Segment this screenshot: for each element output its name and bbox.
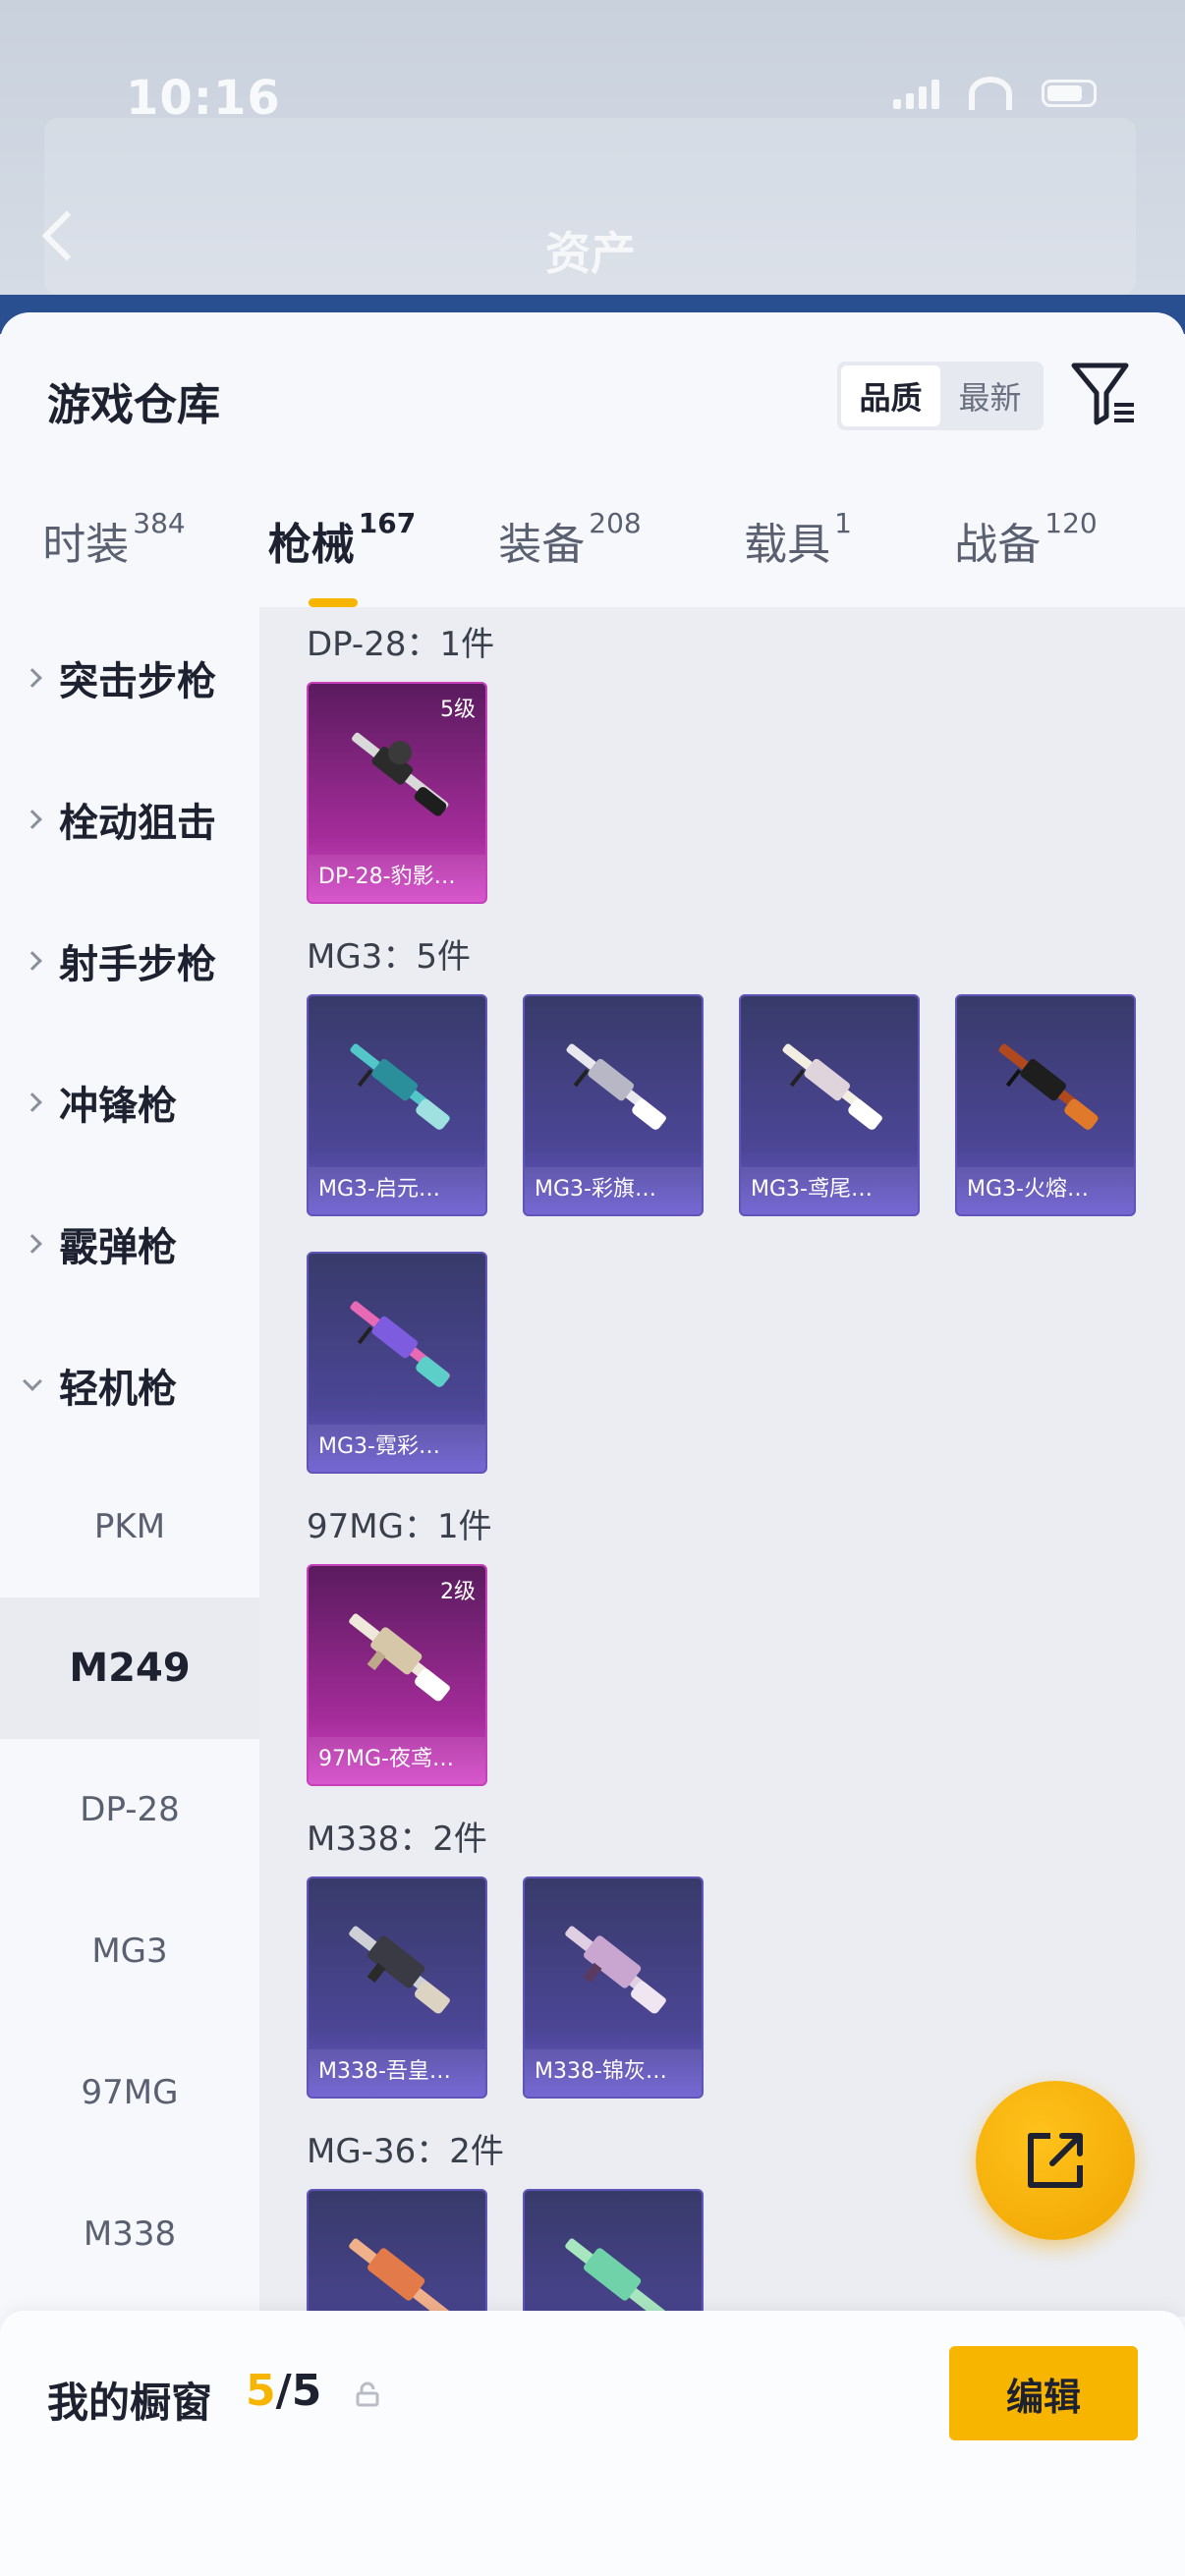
weapon-card[interactable] — [307, 2189, 487, 2317]
item-name: DP-28-豹影… — [309, 855, 485, 902]
weapon-image — [782, 1043, 882, 1130]
subcategory-pkm[interactable]: PKM — [0, 1456, 259, 1597]
subcategory-m249[interactable]: M249 — [0, 1597, 259, 1739]
edit-button[interactable]: 编辑 — [949, 2346, 1138, 2440]
weapon-card[interactable]: M338-吾皇… — [307, 1876, 487, 2099]
weapon-grid: DP-28：1件 5级 DP-28-豹影… MG3：5件 MG3-启元… MG3… — [259, 607, 1185, 2317]
status-time: 10:16 — [126, 71, 281, 126]
weapon-card[interactable]: MG3-启元… — [307, 994, 487, 1216]
sheet-header: 游戏仓库 品质 最新 时装 384 枪械 167 装备 208 载具 1 战备 120 — [0, 312, 1185, 607]
showcase-bar: 我的橱窗 5/5 编辑 — [0, 2311, 1185, 2576]
weapon-card[interactable]: 2级 97MG-夜鸢… — [307, 1564, 487, 1786]
group-title-mg3: MG3：5件 — [307, 937, 471, 977]
category-assault-rifle[interactable]: 突击步枪 — [0, 607, 259, 749]
weapon-card[interactable] — [523, 2189, 704, 2317]
group-title-97mg: 97MG：1件 — [307, 1507, 492, 1546]
item-name: MG3-火熔… — [957, 1167, 1134, 1214]
tab-firearms[interactable]: 枪械 167 — [228, 507, 456, 607]
tab-vehicles[interactable]: 载具 1 — [684, 507, 912, 607]
weapon-card[interactable]: MG3-火熔… — [955, 994, 1136, 1216]
group-title-m338: M338：2件 — [307, 1820, 487, 1859]
tab-equipment[interactable]: 装备 208 — [456, 507, 684, 607]
weapon-card[interactable]: MG3-鸢尾… — [739, 994, 920, 1216]
weapon-image — [565, 2238, 666, 2317]
category-tabs: 时装 384 枪械 167 装备 208 载具 1 战备 120 — [0, 507, 1185, 607]
chevron-right-icon — [23, 1234, 42, 1254]
weapon-image — [349, 1926, 450, 2014]
tab-fashion[interactable]: 时装 384 — [0, 507, 228, 607]
showcase-label: 我的橱窗 — [47, 2379, 213, 2427]
chevron-right-icon — [23, 810, 42, 829]
wifi-icon — [969, 77, 1012, 110]
tab-supplies[interactable]: 战备 120 — [912, 507, 1140, 607]
battery-icon — [1042, 80, 1097, 107]
item-level: 2级 — [440, 1580, 476, 1604]
background-header: 10:16 资产 — [0, 0, 1185, 324]
category-smg[interactable]: 冲锋枪 — [0, 1032, 259, 1173]
lock-icon — [356, 2381, 379, 2407]
item-name: MG3-启元… — [309, 1167, 485, 1214]
background-title: 资产 — [545, 227, 636, 280]
chevron-right-icon — [23, 951, 42, 971]
category-bolt-sniper[interactable]: 栓动狙击 — [0, 749, 259, 890]
sort-quality-option[interactable]: 品质 — [841, 365, 940, 426]
weapon-card[interactable]: M338-锦灰… — [523, 1876, 704, 2099]
item-name: MG3-霓彩… — [309, 1425, 485, 1472]
item-name: M338-锦灰… — [525, 2049, 702, 2097]
weapon-image — [349, 1613, 450, 1702]
signal-icon — [893, 78, 939, 109]
subcategory-97mg[interactable]: 97MG — [0, 2022, 259, 2163]
category-lmg[interactable]: 轻机枪 — [0, 1315, 259, 1456]
category-shotgun[interactable]: 霰弹枪 — [0, 1173, 259, 1315]
weapon-card[interactable]: MG3-彩旗… — [523, 994, 704, 1216]
weapon-image — [565, 1926, 666, 2014]
chevron-right-icon — [23, 668, 42, 688]
weapon-image — [352, 732, 449, 816]
item-name: MG3-鸢尾… — [741, 1167, 918, 1214]
share-button[interactable] — [976, 2081, 1135, 2240]
share-icon — [1028, 2133, 1083, 2188]
subcategory-mg3[interactable]: MG3 — [0, 1880, 259, 2022]
chevron-down-icon — [23, 1372, 42, 1391]
weapon-image — [350, 1043, 450, 1130]
subcategory-m338[interactable]: M338 — [0, 2163, 259, 2305]
group-title-mg36: MG-36：2件 — [307, 2132, 504, 2171]
weapon-category-sidebar: 突击步枪 栓动狙击 射手步枪 冲锋枪 霰弹枪 轻机枪 PKM M249 DP-2… — [0, 607, 259, 2317]
weapon-card[interactable]: MG3-霓彩… — [307, 1252, 487, 1474]
filter-icon[interactable] — [1071, 360, 1136, 428]
item-name: MG3-彩旗… — [525, 1167, 702, 1214]
group-title-dp28: DP-28：1件 — [307, 625, 495, 664]
item-name: 97MG-夜鸢… — [309, 1737, 485, 1784]
showcase-count: 5/5 — [246, 2366, 322, 2416]
subcategory-dp28[interactable]: DP-28 — [0, 1739, 259, 1880]
weapon-image — [998, 1043, 1099, 1130]
sort-newest-option[interactable]: 最新 — [940, 365, 1040, 426]
weapon-image — [349, 2238, 450, 2317]
sheet-title: 游戏仓库 — [47, 380, 220, 430]
status-icons — [893, 77, 1097, 110]
sort-toggle: 品质 最新 — [837, 362, 1044, 430]
warehouse-sheet: 游戏仓库 品质 最新 时装 384 枪械 167 装备 208 载具 1 战备 120 突… — [0, 312, 1185, 2576]
category-marksman-rifle[interactable]: 射手步枪 — [0, 890, 259, 1032]
item-level: 5级 — [440, 698, 476, 722]
weapon-card[interactable]: 5级 DP-28-豹影… — [307, 682, 487, 904]
weapon-image — [350, 1301, 450, 1387]
chevron-right-icon — [23, 1092, 42, 1112]
item-name: M338-吾皇… — [309, 2049, 485, 2097]
weapon-image — [566, 1043, 666, 1130]
